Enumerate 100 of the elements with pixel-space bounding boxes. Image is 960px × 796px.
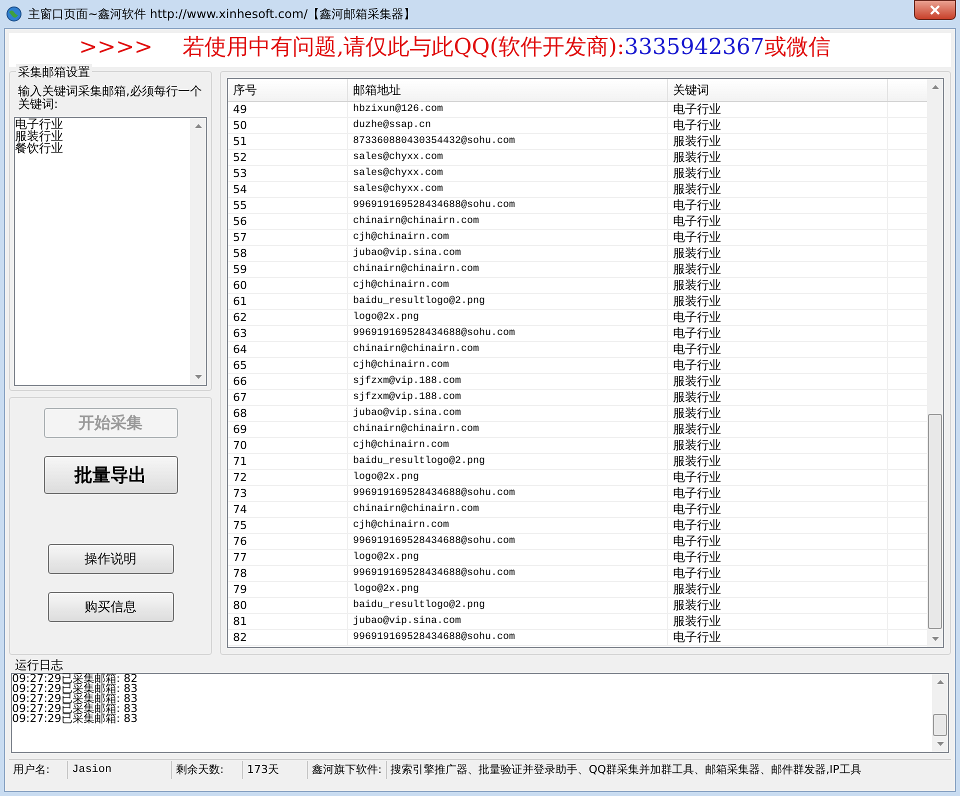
table-cell: 51 [228,134,348,149]
table-cell: 电子行业 [668,358,888,373]
status-value: Jasion [68,761,172,779]
table-cell: sales@chyxx.com [348,182,668,197]
table-cell: 54 [228,182,348,197]
close-icon [930,5,940,15]
table-cell: 52 [228,150,348,165]
table-cell: cjh@chinairn.com [348,518,668,533]
table-cell: 53 [228,166,348,181]
table-cell: logo@2x.png [348,310,668,325]
log-line: 09:27:29已采集邮箱: 82 [12,674,139,684]
table-cell: 电子行业 [668,214,888,229]
table-cell: 服装行业 [668,582,888,597]
up-arrow-icon[interactable] [932,85,938,89]
scrollbar[interactable] [932,674,948,752]
table-cell: chinairn@chinairn.com [348,214,668,229]
up-arrow-icon[interactable] [194,124,202,128]
column-header[interactable]: 邮箱地址 [348,79,668,101]
table-cell: 服装行业 [668,390,888,405]
status-label: 鑫河旗下软件: [308,761,387,779]
table-cell: 服装行业 [668,454,888,469]
table-cell: chinairn@chinairn.com [348,502,668,517]
keyword-line: 餐饮行业 [15,142,64,154]
table-cell: jubao@vip.sina.com [348,246,668,261]
table-cell: 66 [228,374,348,389]
up-arrow-icon[interactable] [936,680,944,684]
table-cell: 56 [228,214,348,229]
table-cell: 57 [228,230,348,245]
table-cell: 55 [228,198,348,213]
table-cell: 996919169528434688@sohu.com [348,534,668,549]
table-cell: 电子行业 [668,502,888,517]
log-line: 09:27:29已采集邮箱: 83 [12,704,139,714]
table-cell: 996919169528434688@sohu.com [348,486,668,501]
table-cell: 电子行业 [668,310,888,325]
keyword-input[interactable]: 电子行业 服装行业 餐饮行业 [14,117,207,386]
table-cell: sjfzxm@vip.188.com [348,374,668,389]
window-title: 主窗口页面~鑫河软件 http://www.xinhesoft.com/【鑫河邮箱采集器】 [28,6,416,22]
table-cell: 76 [228,534,348,549]
table-cell: 电子行业 [668,326,888,341]
table-cell: 电子行业 [668,102,888,117]
table-cell: 电子行业 [668,630,888,645]
table-cell: 服装行业 [668,262,888,277]
column-header[interactable]: 关键词 [668,79,888,101]
status-label: 用户名: [9,761,68,779]
table-cell: 996919169528434688@sohu.com [348,630,668,645]
action-button[interactable]: 批量导出 [44,456,178,494]
log-line: 09:27:29已采集邮箱: 83 [12,694,139,704]
table-cell: 62 [228,310,348,325]
status-label: 剩余天数: [172,761,243,779]
table-cell: 996919169528434688@sohu.com [348,566,668,581]
action-button[interactable]: 购买信息 [48,592,174,622]
table-cell: 61 [228,294,348,309]
table-cell: logo@2x.png [348,582,668,597]
table-cell: 75 [228,518,348,533]
close-button[interactable] [914,0,956,20]
table-cell: 电子行业 [668,550,888,565]
table-cell: 67 [228,390,348,405]
column-header[interactable]: 序号 [228,79,348,101]
table-cell: baidu_resultlogo@2.png [348,454,668,469]
table-cell: 73 [228,486,348,501]
table-cell: 电子行业 [668,198,888,213]
table-cell: 49 [228,102,348,117]
action-button[interactable]: 操作说明 [48,544,174,574]
table-cell: cjh@chinairn.com [348,358,668,373]
table-cell: cjh@chinairn.com [348,438,668,453]
table-cell: duzhe@ssap.cn [348,118,668,133]
log-title: 运行日志 [14,657,64,673]
table-cell: jubao@vip.sina.com [348,406,668,421]
table-cell: 69 [228,422,348,437]
group-title: 采集邮箱设置 [16,64,92,81]
table-cell: sjfzxm@vip.188.com [348,390,668,405]
table-cell: cjh@chinairn.com [348,278,668,293]
scrollbar[interactable] [190,118,206,385]
table-cell: 77 [228,550,348,565]
banner-text: 若使用中有问题,请仅此与此QQ(软件开发商): [182,34,624,62]
table-cell: 78 [228,566,348,581]
down-arrow-icon[interactable] [932,637,938,641]
table-cell: chinairn@chinairn.com [348,342,668,357]
table-cell: 服装行业 [668,294,888,309]
table-cell: 服装行业 [668,278,888,293]
down-arrow-icon[interactable] [194,375,202,379]
keyword-line: 服装行业 [15,130,64,142]
table-cell: 58 [228,246,348,261]
table-cell: 服装行业 [668,406,888,421]
table-cell: 996919169528434688@sohu.com [348,326,668,341]
table-cell: logo@2x.png [348,550,668,565]
table-cell: 63 [228,326,348,341]
table-cell: 服装行业 [668,150,888,165]
table-cell: 电子行业 [668,118,888,133]
table-cell: cjh@chinairn.com [348,230,668,245]
table-cell: 服装行业 [668,614,888,629]
table-cell: 64 [228,342,348,357]
table-cell: jubao@vip.sina.com [348,614,668,629]
table-cell: 电子行业 [668,486,888,501]
down-arrow-icon[interactable] [936,742,944,746]
table-cell: 电子行业 [668,470,888,485]
scrollbar[interactable] [927,79,943,647]
table-cell: 电子行业 [668,566,888,581]
table-cell: 服装行业 [668,182,888,197]
table-cell: 873360880430354432@sohu.com [348,134,668,149]
